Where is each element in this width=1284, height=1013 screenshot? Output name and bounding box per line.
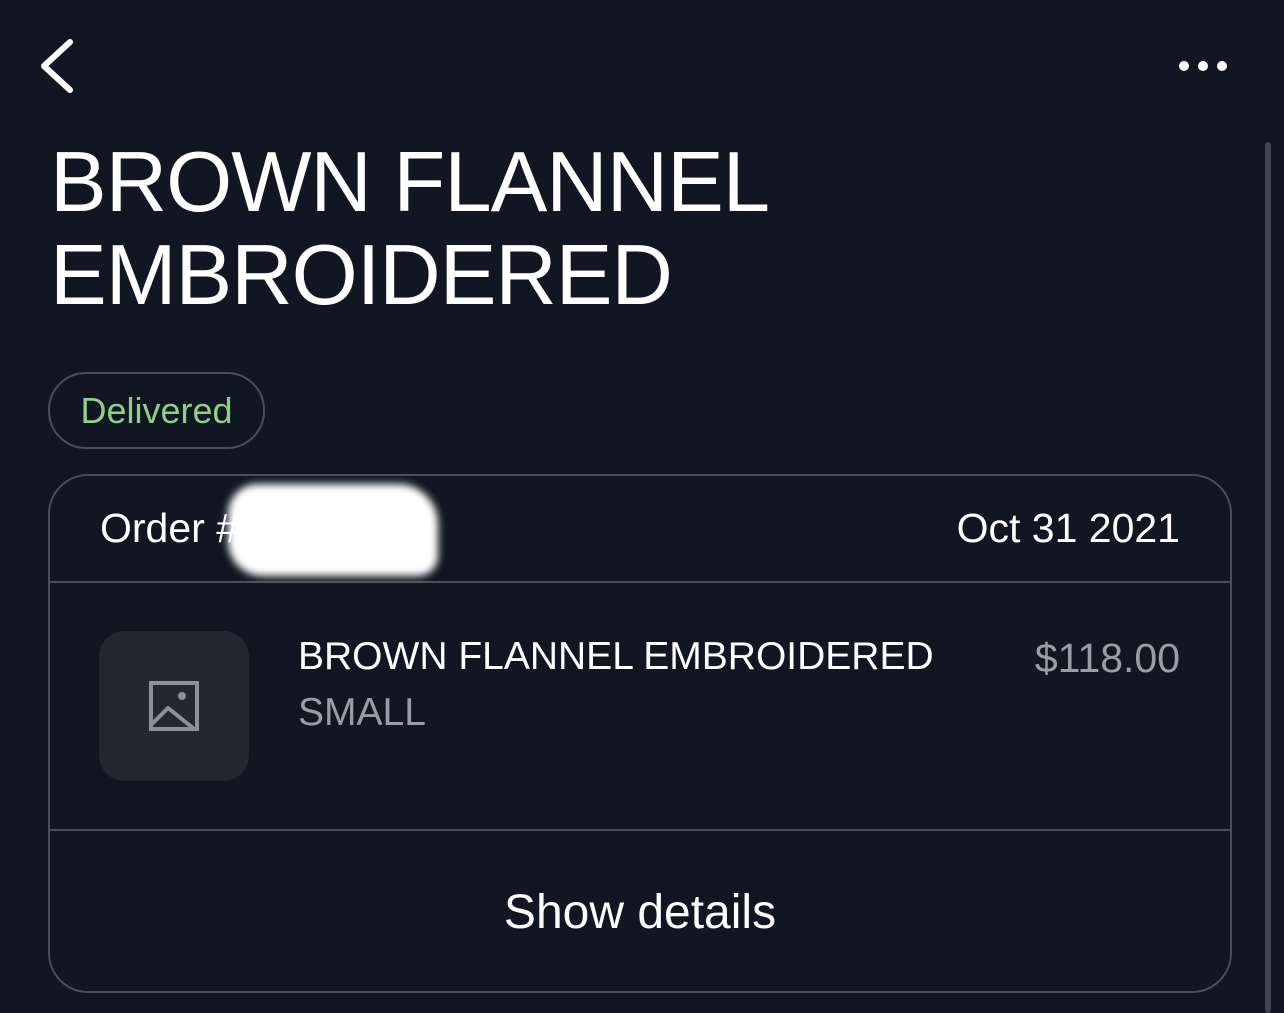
item-price: $118.00 — [1034, 635, 1180, 681]
scrollbar[interactable] — [1265, 142, 1271, 1013]
back-button[interactable] — [34, 34, 82, 98]
order-card: Order # Oct 31 2021 BROWN FLANNEL EMBROI… — [48, 474, 1232, 993]
redaction-mark — [228, 484, 438, 576]
order-number: Order # — [100, 505, 239, 551]
image-placeholder-icon — [149, 681, 199, 731]
chevron-left-icon — [41, 39, 73, 93]
order-item-row[interactable]: BROWN FLANNEL EMBROIDERED SMALL $118.00 — [50, 583, 1230, 831]
order-header: Order # Oct 31 2021 — [50, 476, 1230, 583]
page-title: BROWN FLANNEL EMBROIDERED — [50, 135, 770, 323]
status-badge: Delivered — [48, 372, 265, 449]
more-horizontal-icon — [1179, 61, 1227, 71]
item-name: BROWN FLANNEL EMBROIDERED — [298, 635, 934, 678]
item-thumbnail — [99, 631, 249, 781]
more-options-button[interactable] — [1170, 48, 1236, 84]
show-details-button[interactable]: Show details — [50, 831, 1230, 991]
item-size: SMALL — [298, 691, 426, 734]
order-date: Oct 31 2021 — [956, 505, 1180, 551]
